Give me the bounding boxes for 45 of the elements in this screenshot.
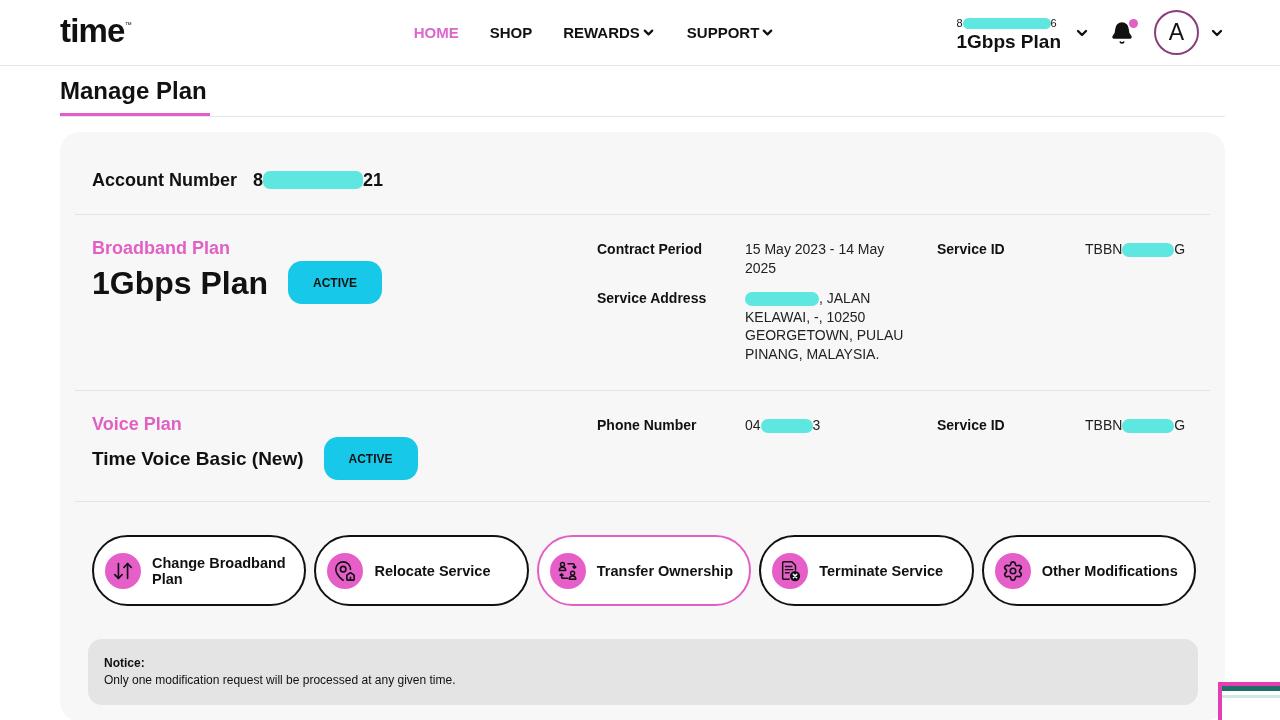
action-button[interactable]: Change Broadband Plan (92, 535, 307, 606)
account-number-text: 8 (956, 17, 963, 29)
nav-link[interactable]: SUPPORT (686, 23, 776, 42)
detail-label: Phone Number (597, 416, 697, 435)
detail-label: Contract Period (597, 240, 702, 259)
map-pin-house-icon (327, 552, 364, 589)
document-x-icon (772, 552, 809, 589)
logo[interactable]: time (60, 12, 125, 49)
detail-label: Service Address (597, 289, 707, 308)
gear-icon (994, 552, 1031, 589)
account-number-value: 8 (253, 169, 264, 191)
plan-name: Time Voice Basic (New) (92, 449, 304, 468)
notice-text: Only one modification request will be processed at any given time. (104, 672, 456, 689)
detail-value: 15 May 2023 - 14 May 2025 (745, 241, 885, 276)
nav-link[interactable]: REWARDS (563, 23, 656, 42)
people-swap-icon (549, 552, 586, 589)
detail-label: Service ID (937, 240, 1005, 259)
up-down-arrows-icon (105, 552, 141, 589)
action-button[interactable]: Other Modifications (981, 535, 1197, 606)
action-button[interactable]: Transfer Ownership (536, 535, 752, 606)
action-button[interactable]: Relocate Service (314, 535, 529, 606)
current-plan-name[interactable]: 1Gbps Plan (956, 30, 1061, 54)
avatar[interactable]: A (1154, 10, 1199, 55)
detail-value: 3 (812, 417, 821, 433)
bell-icon[interactable] (1110, 20, 1134, 45)
status-badge: ACTIVE (288, 261, 383, 304)
screenshot-thumbnail (1218, 682, 1280, 720)
plan-name: 1Gbps Plan (92, 266, 269, 299)
action-button[interactable]: Terminate Service (759, 535, 974, 606)
plan-type-heading: Broadband Plan (92, 237, 230, 259)
account-number-value: 21 (363, 169, 384, 191)
detail-value: G (1174, 417, 1186, 433)
page-title: Manage Plan (60, 77, 210, 116)
detail-value: TBBN (1085, 417, 1123, 433)
detail-value: TBBN (1085, 241, 1123, 257)
detail-value: 04 (745, 417, 761, 433)
plan-type-heading: Voice Plan (92, 413, 182, 435)
notice-title: Notice: (104, 655, 145, 672)
account-number-label: Account Number (92, 169, 237, 191)
account-number-text: 6 (1050, 17, 1057, 29)
detail-value: , JALAN KELAWAI, -, 10250 GEORGETOWN, PULAU PINANG, MALAYSIA. (745, 290, 904, 362)
status-badge: ACTIVE (323, 437, 418, 480)
detail-value: G (1174, 241, 1186, 257)
nav-link[interactable]: SHOP (489, 23, 533, 42)
detail-label: Service ID (937, 416, 1005, 435)
